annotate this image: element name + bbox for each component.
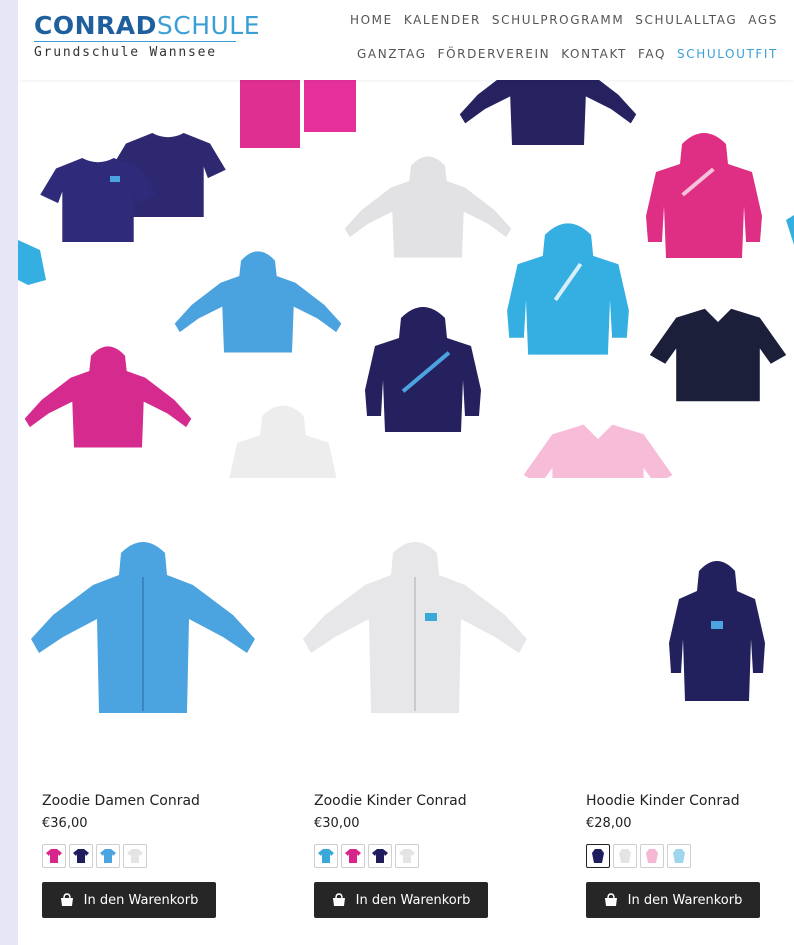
color-swatch[interactable] [69, 844, 93, 868]
color-swatch[interactable] [667, 844, 691, 868]
white-zoodie-icon [344, 156, 512, 258]
nav-item-ags[interactable]: AGS [748, 13, 778, 27]
color-swatches [42, 844, 147, 868]
add-to-cart-button[interactable]: In den Warenkorb [586, 882, 760, 918]
pink-tshirt-icon [240, 80, 356, 148]
hero-collage [18, 80, 794, 478]
pink-polo-icon [523, 424, 673, 478]
color-swatches [586, 844, 691, 868]
page: CONRADSCHULE Grundschule Wannsee HOME KA… [18, 0, 794, 945]
nav-item-home[interactable]: HOME [350, 13, 393, 27]
color-swatch[interactable] [96, 844, 120, 868]
nav-item-schuloutfit[interactable]: SCHULOUTFIT [677, 47, 778, 61]
color-swatch[interactable] [314, 844, 338, 868]
nav-item-kalender[interactable]: KALENDER [404, 13, 481, 27]
shopping-bag-icon [60, 893, 73, 906]
color-swatch[interactable] [368, 844, 392, 868]
navy-hoodie-icon [669, 561, 765, 701]
nav-item-foerderverein[interactable]: FÖRDERVEREIN [438, 47, 551, 61]
nav-item-schulprogramm[interactable]: SCHULPROGRAMM [492, 13, 624, 27]
logo-divider [34, 41, 236, 42]
product-image[interactable] [290, 518, 540, 768]
product-price: €28,00 [586, 816, 632, 831]
navy-hoodie-icon [459, 80, 637, 146]
white-hoodie-icon [227, 405, 339, 478]
site-header: CONRADSCHULE Grundschule Wannsee HOME KA… [18, 0, 794, 80]
pink-zoodie-icon [24, 346, 192, 448]
color-swatch[interactable] [42, 844, 66, 868]
product-price: €36,00 [42, 816, 88, 831]
product-image[interactable] [18, 518, 268, 768]
nav-item-ganztag[interactable]: GANZTAG [357, 47, 427, 61]
hero-collage-image [18, 80, 794, 478]
add-to-cart-button[interactable]: In den Warenkorb [42, 882, 216, 918]
color-swatch[interactable] [640, 844, 664, 868]
navy-tshirt-icon [40, 133, 226, 242]
product-card: Zoodie Damen Conrad €36,00 In den Warenk… [18, 478, 268, 945]
light-blue-zoodie-icon [174, 251, 342, 353]
color-swatches [314, 844, 419, 868]
nav-item-faq[interactable]: FAQ [638, 47, 666, 61]
main-nav-row-1: HOME KALENDER SCHULPROGRAMM SCHULALLTAG … [350, 13, 778, 27]
light-blue-zoodie-icon [31, 542, 255, 713]
product-title[interactable]: Hoodie Kinder Conrad [586, 793, 740, 809]
product-image[interactable] [562, 518, 794, 768]
white-zoodie-icon [303, 542, 527, 713]
color-swatch[interactable] [586, 844, 610, 868]
color-swatch[interactable] [341, 844, 365, 868]
color-swatch[interactable] [613, 844, 637, 868]
add-to-cart-label: In den Warenkorb [83, 892, 199, 908]
shopping-bag-icon [332, 893, 345, 906]
logo-subtitle: Grundschule Wannsee [34, 45, 217, 60]
product-card: Hoodie Kinder Conrad €28,00 In den Waren… [562, 478, 794, 945]
pink-hoodie-icon [646, 133, 762, 258]
product-title[interactable]: Zoodie Damen Conrad [42, 793, 200, 809]
navy-polo-icon [649, 308, 787, 402]
add-to-cart-button[interactable]: In den Warenkorb [314, 882, 488, 918]
add-to-cart-label: In den Warenkorb [355, 892, 471, 908]
color-swatch[interactable] [123, 844, 147, 868]
shopping-bag-icon [604, 893, 617, 906]
nav-item-kontakt[interactable]: KONTAKT [561, 47, 627, 61]
product-card: Zoodie Kinder Conrad €30,00 In den Waren… [290, 478, 540, 945]
main-nav-row-2: GANZTAG FÖRDERVEREIN KONTAKT FAQ SCHULOU… [357, 47, 778, 61]
product-price: €30,00 [314, 816, 360, 831]
logo-wordmark: CONRADSCHULE [34, 11, 261, 40]
navy-hoodie-icon [365, 307, 481, 432]
color-swatch[interactable] [395, 844, 419, 868]
product-title[interactable]: Zoodie Kinder Conrad [314, 793, 467, 809]
nav-item-schulalltag[interactable]: SCHULALLTAG [635, 13, 737, 27]
turquoise-hoodie-icon [507, 223, 629, 355]
add-to-cart-label: In den Warenkorb [627, 892, 743, 908]
site-logo[interactable]: CONRADSCHULE Grundschule Wannsee [34, 12, 260, 60]
